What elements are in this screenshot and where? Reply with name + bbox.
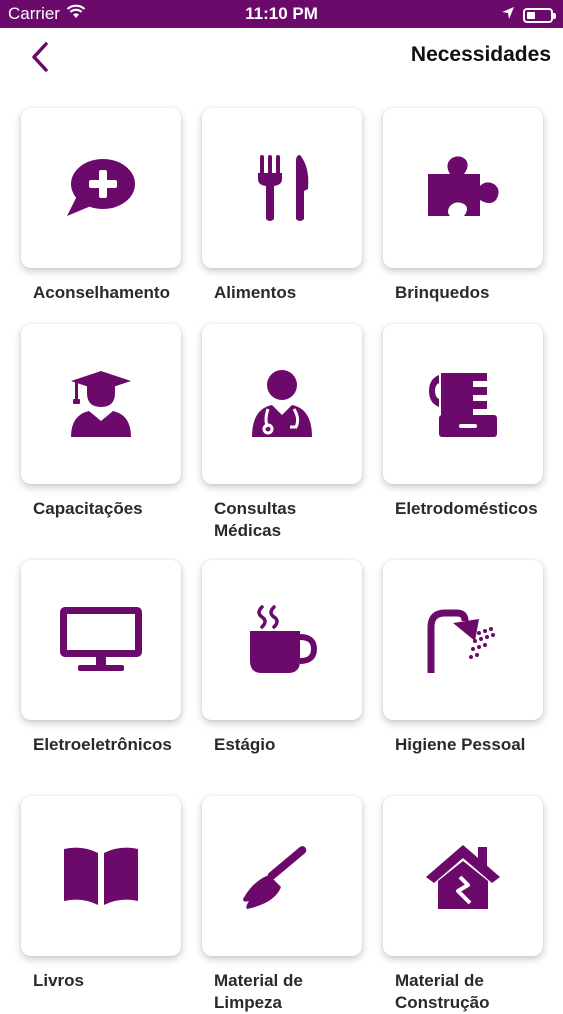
category-card[interactable]	[383, 560, 543, 720]
category-label: Livros	[33, 971, 85, 990]
category-label: Material de Construção	[395, 971, 490, 1012]
puzzle-icon	[424, 154, 502, 222]
category-label: Higiene Pessoal	[395, 735, 526, 754]
category-card[interactable]	[21, 796, 181, 956]
category-card[interactable]	[21, 324, 181, 484]
category-livros[interactable]: Livros	[21, 796, 181, 992]
category-brinquedos[interactable]: Brinquedos	[383, 108, 543, 304]
category-label: Alimentos	[214, 283, 297, 302]
house-icon	[424, 841, 502, 911]
category-card[interactable]	[383, 108, 543, 268]
category-material-de-construcao[interactable]: Material de Construção	[383, 796, 543, 1014]
coffee-cup-icon	[246, 605, 318, 675]
monitor-icon	[58, 605, 144, 675]
category-alimentos[interactable]: Alimentos	[202, 108, 362, 304]
shower-icon	[427, 605, 499, 675]
category-card[interactable]	[202, 108, 362, 268]
category-label: Estágio	[214, 735, 276, 754]
graduate-icon	[69, 369, 133, 439]
category-material-de-limpeza[interactable]: Material de Limpeza	[202, 796, 362, 1014]
category-label: Capacitações	[33, 499, 143, 518]
category-label: Eletroeletrônicos	[33, 735, 172, 754]
category-label: Eletrodomésticos	[395, 499, 538, 518]
category-card[interactable]	[202, 324, 362, 484]
category-capacitacoes[interactable]: Capacitações	[21, 324, 181, 520]
category-label: Material de Limpeza	[214, 971, 303, 1012]
broom-icon	[239, 841, 325, 911]
fork-knife-icon	[252, 153, 312, 223]
doctor-icon	[250, 369, 314, 439]
category-eletrodomesticos[interactable]: Eletrodomésticos	[383, 324, 543, 520]
category-card[interactable]	[202, 560, 362, 720]
category-card[interactable]	[383, 324, 543, 484]
category-label: Aconselhamento	[33, 283, 170, 302]
category-label: Brinquedos	[395, 283, 490, 302]
chat-plus-icon	[65, 156, 137, 220]
book-icon	[62, 845, 140, 907]
categories-grid: Aconselhamento Alimentos Brinquedos Capa…	[0, 0, 563, 1012]
category-aconselhamento[interactable]: Aconselhamento	[21, 108, 181, 304]
category-card[interactable]	[202, 796, 362, 956]
category-card[interactable]	[21, 108, 181, 268]
category-eletroeletronicos[interactable]: Eletroeletrônicos	[21, 560, 181, 756]
category-consultas-medicas[interactable]: Consultas Médicas	[202, 324, 362, 542]
category-estagio[interactable]: Estágio	[202, 560, 362, 756]
category-card[interactable]	[383, 796, 543, 956]
category-higiene-pessoal[interactable]: Higiene Pessoal	[383, 560, 543, 756]
category-label: Consultas Médicas	[214, 499, 297, 540]
category-card[interactable]	[21, 560, 181, 720]
appliance-icon	[427, 369, 499, 439]
